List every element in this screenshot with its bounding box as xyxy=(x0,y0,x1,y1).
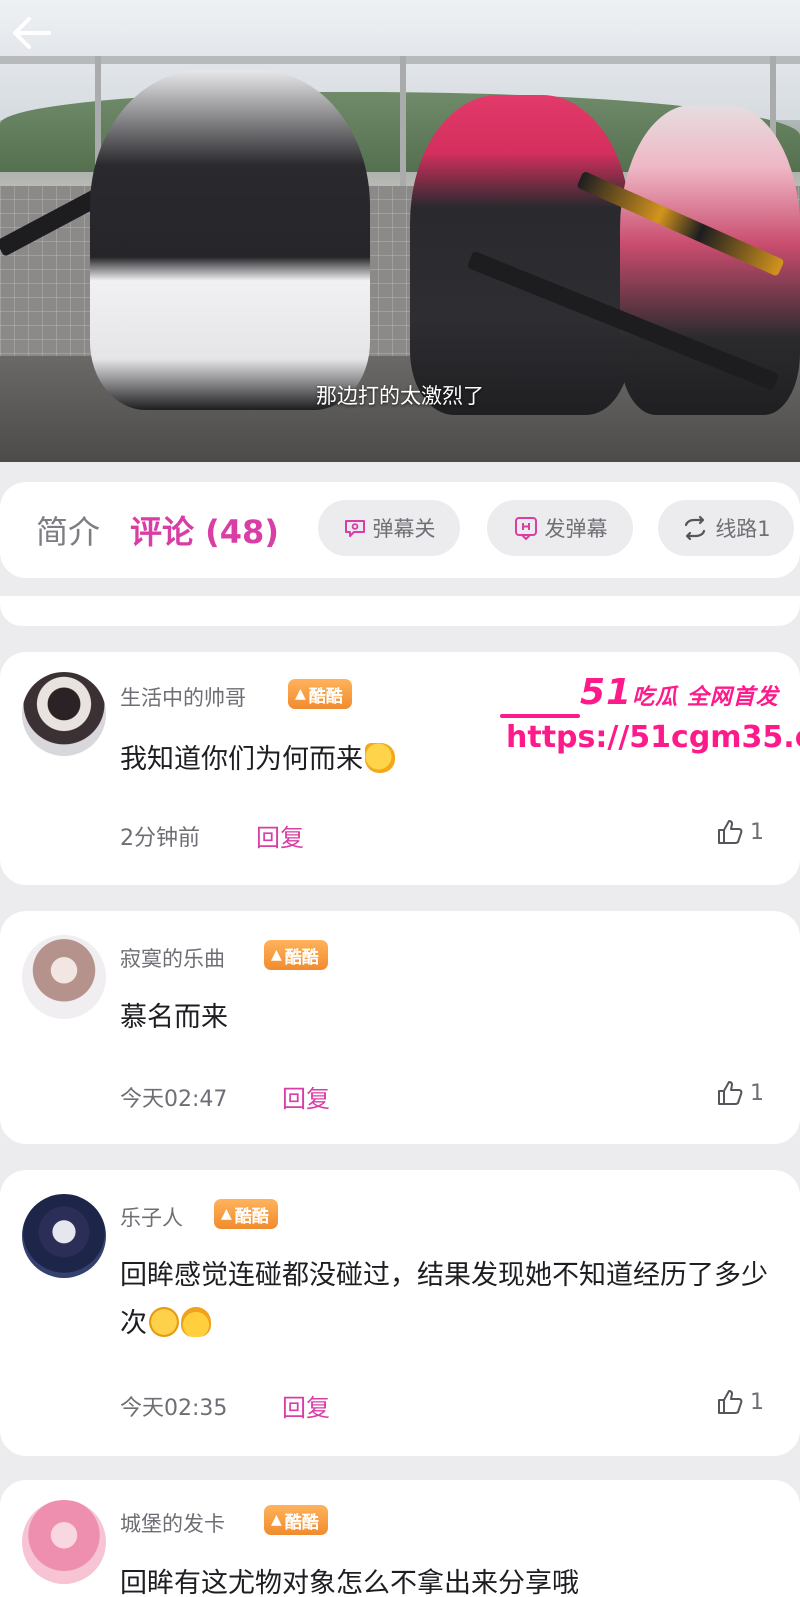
video-subtitle: 那边打的太激烈了 xyxy=(316,384,484,408)
badge-label: 酷酷 xyxy=(234,1206,269,1227)
level-flame-icon: ▲ xyxy=(221,1206,232,1222)
comment-text: 回眸有这尤物对象怎么不拿出来分享哦 xyxy=(120,1568,579,1597)
back-button[interactable] xyxy=(8,12,54,54)
danmaku-off-icon xyxy=(344,520,365,537)
ok-hand-emoji xyxy=(181,1307,211,1337)
comment-card: 乐子人 ▲ 酷酷 回眸感觉连碰都没碰过，结果发现她不知道经历了多少次 今天02:… xyxy=(0,1170,800,1456)
user-level-badge: ▲ 酷酷 xyxy=(214,1199,278,1229)
user-level-badge: ▲ 酷酷 xyxy=(264,940,328,970)
comment-username[interactable]: 城堡的发卡 xyxy=(120,1508,225,1538)
reply-button[interactable]: 回复 xyxy=(282,1079,330,1114)
user-level-badge: ▲ 酷酷 xyxy=(288,679,352,709)
comment-time: 2分钟前 xyxy=(120,826,200,851)
comment-card: 城堡的发卡 ▲ 酷酷 回眸有这尤物对象怎么不拿出来分享哦 xyxy=(0,1480,800,1597)
like-button[interactable]: 1 xyxy=(716,1079,764,1107)
thumbs-up-emoji xyxy=(365,743,395,773)
like-button[interactable]: 1 xyxy=(716,818,764,846)
thumbs-up-icon xyxy=(718,820,743,844)
comment-text: 慕名而来 xyxy=(120,1002,228,1033)
route-switch-button[interactable]: 线路1 xyxy=(658,500,794,556)
reply-button[interactable]: 回复 xyxy=(256,818,304,853)
section-divider xyxy=(0,596,800,626)
video-figure xyxy=(410,95,630,415)
comment-time: 今天02:35 xyxy=(120,1396,228,1421)
app-screen: 那边打的太激烈了 简介 评论 (48) 弹幕关 发弹幕 线路1 生活中的帅哥 ▲… xyxy=(0,0,800,1597)
reply-button[interactable]: 回复 xyxy=(282,1388,330,1423)
comment-username[interactable]: 生活中的帅哥 xyxy=(120,682,246,712)
badge-label: 酷酷 xyxy=(284,947,319,968)
route-label: 线路1 xyxy=(715,517,771,541)
comment-username[interactable]: 乐子人 xyxy=(120,1202,183,1232)
danmaku-toggle-label: 弹幕关 xyxy=(372,517,436,541)
comment-card: 寂寞的乐曲 ▲ 酷酷 慕名而来 今天02:47 回复 1 xyxy=(0,911,800,1144)
grimace-face-emoji xyxy=(149,1307,179,1337)
comment-username[interactable]: 寂寞的乐曲 xyxy=(120,943,225,973)
send-danmaku-label: 发弹幕 xyxy=(544,517,608,541)
avatar[interactable] xyxy=(22,1194,106,1278)
comment-text: 回眸感觉连碰都没碰过，结果发现她不知道经历了多少次 xyxy=(120,1260,768,1339)
video-figure xyxy=(90,70,370,410)
arrow-left-icon xyxy=(13,17,51,49)
watermark-url: https://51cgm35.com xyxy=(506,720,800,755)
send-danmaku-icon xyxy=(514,517,537,541)
avatar[interactable] xyxy=(22,672,106,756)
like-count: 1 xyxy=(750,819,764,845)
thumbs-up-icon xyxy=(718,1081,743,1105)
user-level-badge: ▲ 酷酷 xyxy=(264,1505,328,1535)
video-player[interactable]: 那边打的太激烈了 xyxy=(0,0,800,462)
detail-tab-bar: 简介 评论 (48) 弹幕关 发弹幕 线路1 xyxy=(0,482,800,578)
switch-route-icon xyxy=(685,515,706,541)
watermark-brand-suffix: 吃瓜 全网首发 xyxy=(632,685,779,710)
danmaku-toggle-button[interactable]: 弹幕关 xyxy=(318,500,460,556)
send-danmaku-button[interactable]: 发弹幕 xyxy=(487,500,633,556)
avatar[interactable] xyxy=(22,935,106,1019)
like-count: 1 xyxy=(750,1080,764,1106)
badge-label: 酷酷 xyxy=(308,686,343,707)
like-button[interactable]: 1 xyxy=(716,1388,764,1416)
like-count: 1 xyxy=(750,1389,764,1415)
tab-intro[interactable]: 简介 xyxy=(36,507,100,553)
watermark-brand: 51 xyxy=(580,672,633,713)
level-flame-icon: ▲ xyxy=(295,686,306,702)
badge-label: 酷酷 xyxy=(284,1512,319,1533)
comment-time: 今天02:47 xyxy=(120,1087,228,1112)
tab-comments[interactable]: 评论 (48) xyxy=(130,507,279,553)
level-flame-icon: ▲ xyxy=(271,1512,282,1528)
level-flame-icon: ▲ xyxy=(271,947,282,963)
avatar[interactable] xyxy=(22,1500,106,1584)
thumbs-up-icon xyxy=(718,1390,743,1414)
watermark-overlay: 51吃瓜 全网首发 https://51cgm35.com xyxy=(500,670,800,770)
